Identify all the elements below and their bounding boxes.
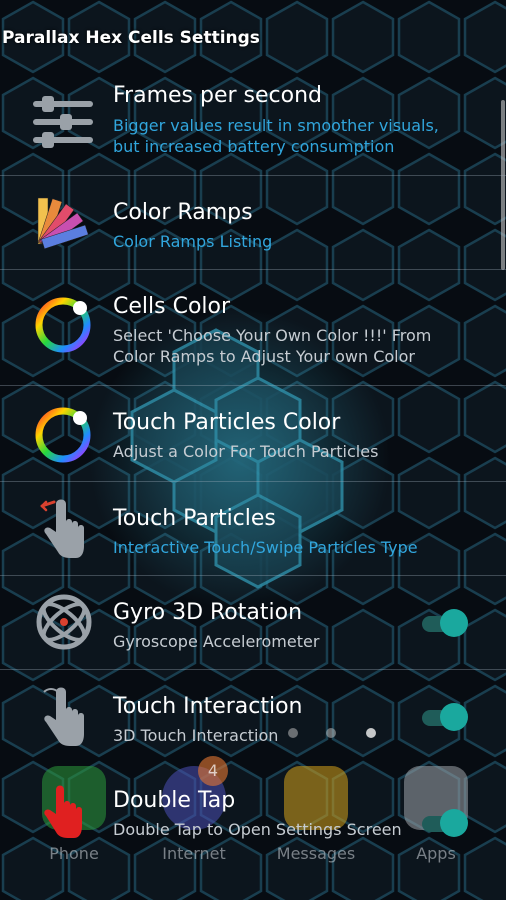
setting-subtitle: Color Ramps Listing [113,232,273,251]
touch-interaction-toggle[interactable] [422,703,468,731]
setting-cells-color[interactable]: Cells Color Select 'Choose Your Own Colo… [0,270,506,386]
page-dot [288,728,298,738]
sliders-icon [33,96,93,148]
setting-title: Touch Interaction [113,694,303,719]
gyroscope-icon [36,594,92,650]
setting-touch-particles-color[interactable]: Touch Particles Color Adjust a Color For… [0,386,506,482]
setting-subtitle: Select 'Choose Your Own Color !!!' From … [113,326,432,366]
setting-subtitle: Double Tap to Open Settings Screen [113,820,402,839]
setting-title: Frames per second [113,83,322,108]
setting-frames-per-second[interactable]: Frames per second Bigger values result i… [0,80,506,176]
page-dot [366,728,376,738]
setting-gyro-3d-rotation[interactable]: Gyro 3D Rotation Gyroscope Accelerometer [0,576,506,670]
toggle-knob [440,609,468,637]
page-title: Parallax Hex Cells Settings [2,28,260,48]
toggle-knob [440,809,468,837]
setting-title: Touch Particles [113,506,276,531]
color-wheel-icon [35,297,91,353]
setting-title: Gyro 3D Rotation [113,600,303,625]
setting-subtitle: Adjust a Color For Touch Particles [113,442,379,461]
setting-subtitle: Interactive Touch/Swipe Particles Type [113,538,418,557]
hand-touch-icon [43,687,84,746]
double-tap-toggle[interactable] [422,809,468,837]
setting-subtitle: Bigger values result in smoother visuals… [113,116,439,156]
setting-touch-particles[interactable]: Touch Particles Interactive Touch/Swipe … [0,482,506,576]
toggle-knob [440,703,468,731]
hand-touch-icon [40,499,84,558]
gyro-toggle[interactable] [422,609,468,637]
color-swatch-icon [37,197,89,250]
setting-color-ramps[interactable]: Color Ramps Color Ramps Listing [0,176,506,270]
setting-touch-interaction[interactable]: Touch Interaction 3D Touch Interaction [0,670,506,764]
page-dot [326,728,336,738]
color-wheel-icon [35,407,91,463]
page-indicator [282,728,392,740]
setting-title: Double Tap [113,788,236,813]
setting-subtitle: Gyroscope Accelerometer [113,632,320,651]
setting-title: Touch Particles Color [113,410,341,435]
setting-double-tap[interactable]: Double Tap Double Tap to Open Settings S… [0,764,506,874]
setting-title: Cells Color [113,294,231,319]
double-tap-icon [44,785,82,838]
setting-title: Color Ramps [113,200,253,225]
